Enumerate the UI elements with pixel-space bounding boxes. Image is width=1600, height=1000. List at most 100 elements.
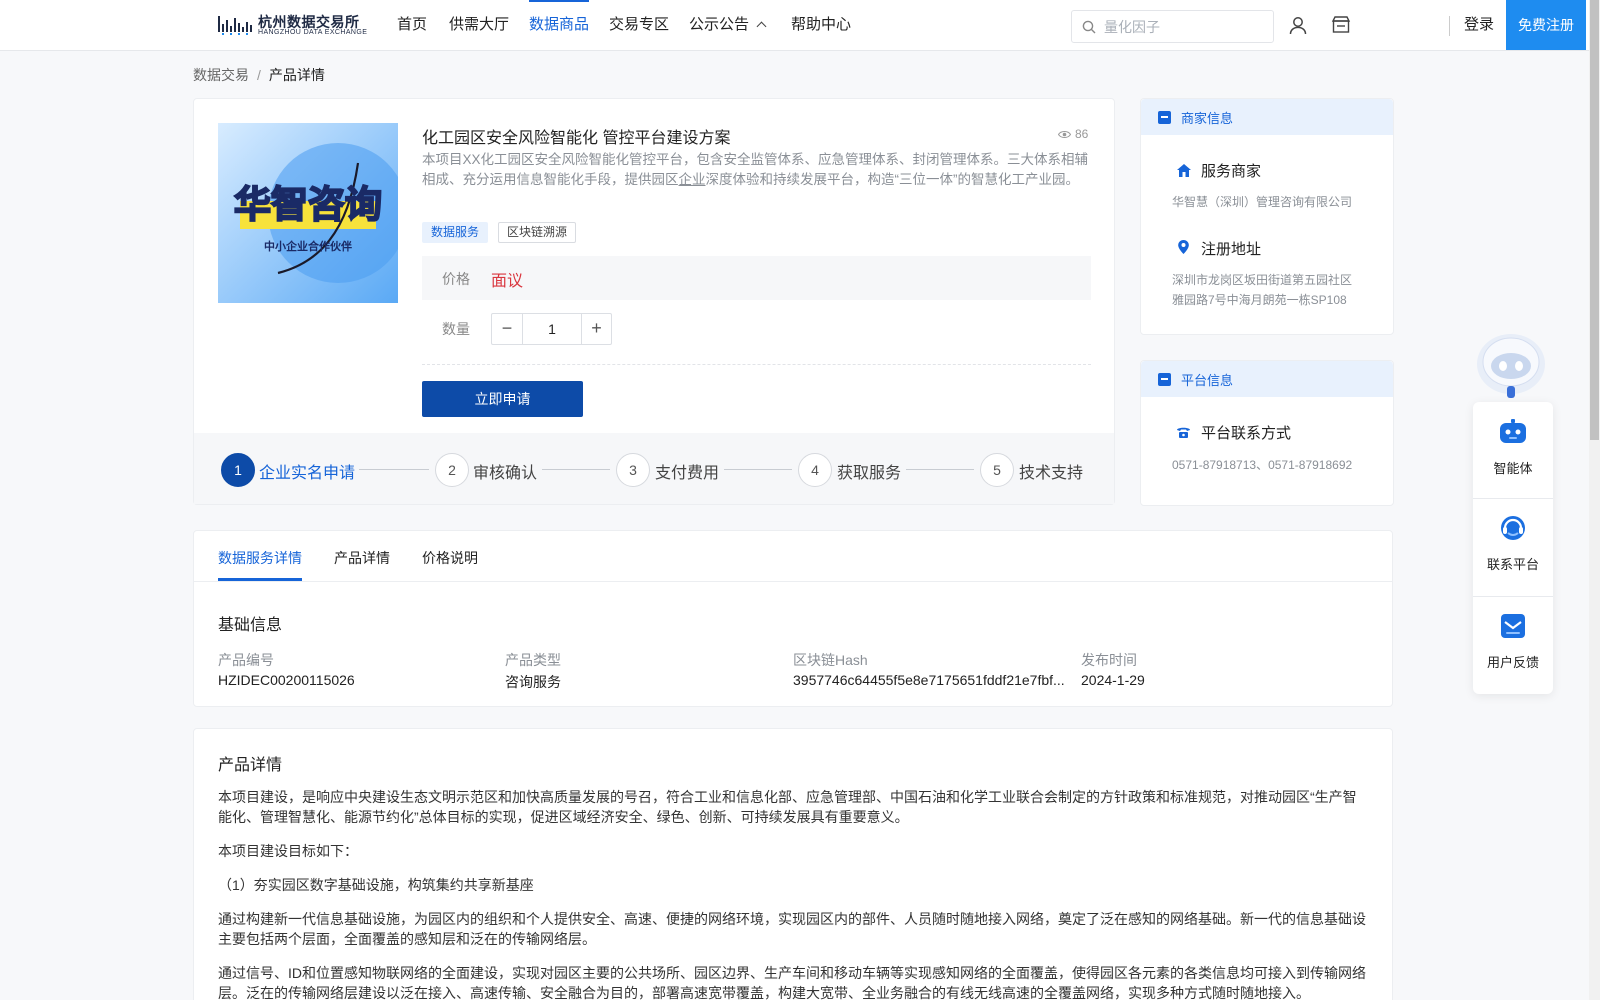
helper-contact-platform-label: 联系平台 [1486,557,1539,572]
breadcrumb-separator: / [257,67,261,83]
step-2-label: 审核确认 [473,465,538,482]
quantity-stepper: − + [491,313,612,345]
product-description-link[interactable]: 企业 [679,172,706,187]
product-image[interactable]: 华智咨询 中小企业合作伙伴 [218,123,398,303]
registered-address-line1: 深圳市龙岗区坂田街道第五园社区 [1172,273,1353,287]
platform-contact-label: 平台联系方式 [1201,425,1292,442]
nav-home[interactable]: 首页 [397,0,427,50]
step-4-number: 4 [798,453,832,487]
helper-agent-label: 智能体 [1493,461,1533,476]
merchant-info-title: 商家信息 [1181,111,1234,126]
product-code-value: HZIDEC00200115026 [218,672,355,688]
step-2-number: 2 [435,453,469,487]
product-code-label: 产品编号 [218,652,274,668]
merchant-header-icon [1158,111,1171,124]
helper-contact-platform[interactable]: 联系平台 [1473,499,1553,596]
step-5-label: 技术支持 [1019,465,1084,482]
blockchain-hash-label: 区块链Hash [793,652,868,668]
platform-info-card: 平台信息 平台联系方式 0571-87918713、0571-87918692 [1140,360,1394,506]
nav-data-products-label: 数据商品 [529,16,590,33]
dashed-divider [422,364,1091,365]
customer-service-icon [1501,516,1525,540]
platform-info-title: 平台信息 [1181,373,1234,388]
quantity-label: 数量 [442,321,470,337]
step-5-number: 5 [980,453,1014,487]
user-icon[interactable] [1288,15,1308,35]
tab-price-description[interactable]: 价格说明 [422,548,478,568]
product-description-part2: 深度体验和持续发展平台，构造“三位一体”的智慧化工产业园。 [705,172,1080,187]
search-icon [1082,20,1096,34]
helper-user-feedback[interactable]: 用户反馈 [1473,597,1553,694]
step-connector [542,469,610,470]
product-cover-graphic: 华智咨询 中小企业合作伙伴 [218,123,398,303]
tab-divider [194,581,1392,582]
nav-announcements-label: 公示公告 [689,16,750,33]
merchant-info-card: 商家信息 服务商家 华智慧（深圳）管理咨询有限公司 注册地址 深圳市龙岗区坂田街… [1140,98,1394,335]
logo-bars-icon [218,16,252,35]
search-box[interactable] [1071,10,1274,43]
nav-market-hall[interactable]: 供需大厅 [449,0,509,50]
step-3-number: 3 [616,453,650,487]
service-merchant-value: 华智慧（深圳）管理咨询有限公司 [1172,195,1353,209]
step-connector [724,469,792,470]
registered-address-line2: 雅园路7号中海月朗苑一栋SP108 [1172,293,1347,307]
nav-help-center[interactable]: 帮助中心 [791,0,851,50]
tag-blockchain-trace: 区块链溯源 [498,222,577,243]
step-connector [359,469,429,470]
detail-paragraph: 本项目建设，是响应中央建设生态文明示范区和加快高质量发展的号召，符合工业和信息化… [218,789,1357,825]
helper-agent[interactable]: 智能体 [1473,402,1553,499]
view-count-value: 86 [1075,127,1089,141]
header-divider [1449,16,1450,36]
step-4-label: 获取服务 [837,465,902,482]
login-link[interactable]: 登录 [1464,0,1494,50]
product-description: 本项目XX化工园区安全风险智能化管控平台，包含安全监管体系、应急管理体系、封闭管… [422,150,1092,190]
service-merchant-label: 服务商家 [1201,163,1262,180]
basic-info-title: 基础信息 [218,617,283,634]
tab-product-detail[interactable]: 产品详情 [334,548,390,568]
detail-paragraph: （1）夯实园区数字基础设施，构筑集约共享新基座 [218,877,534,893]
agent-icon [1500,419,1526,443]
eye-icon [1058,130,1071,138]
breadcrumb-current: 产品详情 [268,67,325,83]
product-detail-title: 产品详情 [218,757,283,774]
step-1-number: 1 [221,453,255,487]
platform-contact-value: 0571-87918713、0571-87918692 [1172,458,1353,472]
product-detail-card [193,728,1393,1000]
publish-date-label: 发布时间 [1081,652,1137,668]
logo-text-en: HANGZHOU DATA EXCHANGE [258,29,368,36]
scrollbar-thumb[interactable] [1590,0,1599,440]
location-pin-icon [1178,240,1189,254]
apply-now-button[interactable]: 立即申请 [422,381,583,417]
robot-assistant-avatar[interactable] [1471,324,1551,404]
breadcrumb-data-trade[interactable]: 数据交易 [193,67,249,83]
floating-helper-panel: 智能体 联系平台 用户反馈 [1473,402,1553,694]
nav-announcements[interactable]: 公示公告 [689,0,767,50]
chevron-up-icon [756,21,767,32]
quantity-input[interactable] [523,314,581,344]
register-button[interactable]: 免费注册 [1506,0,1586,50]
price-value: 面议 [491,273,524,290]
tab-data-service-detail[interactable]: 数据服务详情 [218,548,302,568]
product-title: 化工园区安全风险智能化 管控平台建设方案 [422,130,731,147]
registered-address-label: 注册地址 [1201,241,1262,258]
feedback-icon [1501,614,1525,638]
tag-data-service: 数据服务 [422,222,489,243]
detail-paragraph: 通过构建新一代信息基础设施，为园区内的组织和个人提供安全、高速、便捷的网络环境，… [218,911,1366,947]
product-type-label: 产品类型 [505,652,561,668]
blockchain-hash-value: 3957746c64455f5e8e7175651fddf21e7fbf... [793,672,1065,688]
view-count: 86 [1058,127,1088,141]
shop-icon[interactable] [1331,15,1351,35]
platform-header-icon [1158,373,1171,386]
search-input[interactable] [1104,11,1264,42]
merchant-info-header: 商家信息 [1141,99,1393,135]
breadcrumb: 数据交易 / 产品详情 [193,65,325,85]
quantity-increase-button[interactable]: + [581,314,611,344]
quantity-decrease-button[interactable]: − [492,314,523,344]
nav-data-products[interactable]: 数据商品 [529,0,590,50]
cover-subtitle-text: 中小企业合作伙伴 [264,239,352,253]
step-1-label: 企业实名申请 [259,465,356,482]
nav-trade-zone[interactable]: 交易专区 [609,0,669,50]
platform-info-header: 平台信息 [1141,361,1393,397]
helper-user-feedback-label: 用户反馈 [1486,655,1539,670]
site-logo[interactable]: 杭州数据交易所 HANGZHOU DATA EXCHANGE [218,12,367,38]
